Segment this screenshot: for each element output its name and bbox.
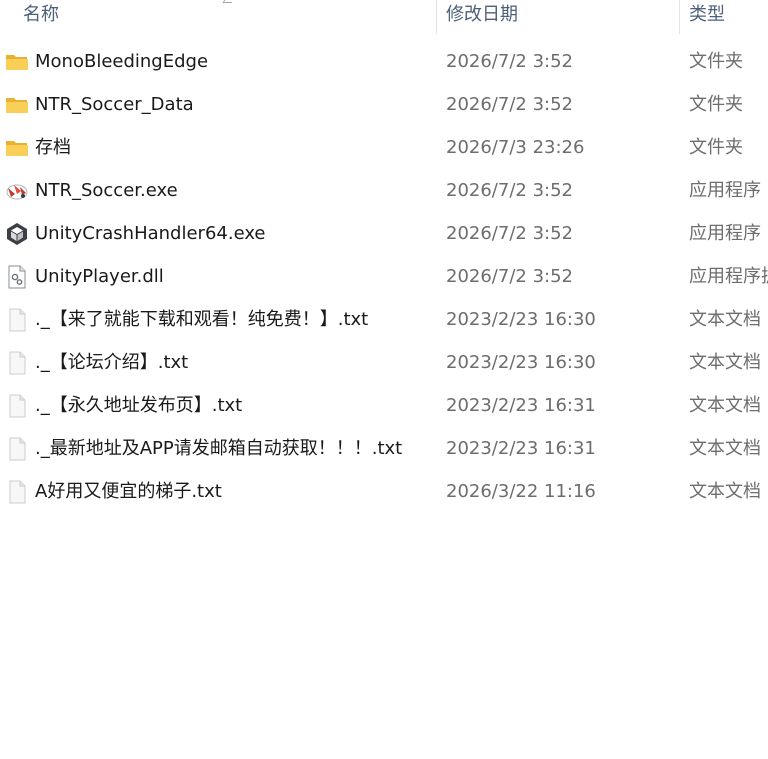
file-date: 2023/2/23 16:31 xyxy=(446,438,596,459)
file-row[interactable]: NTR_Soccer_Data 2026/7/2 3:52 文件夹 xyxy=(0,83,768,126)
file-name: ._最新地址及APP请发邮箱自动获取！！！.txt xyxy=(35,438,403,459)
file-row[interactable]: UnityPlayer.dll 2026/7/2 3:52 应用程序扩 xyxy=(0,255,768,298)
file-name: UnityPlayer.dll xyxy=(35,266,164,287)
file-row[interactable]: ._【论坛介绍】.txt 2023/2/23 16:30 文本文档 xyxy=(0,341,768,384)
column-header-type[interactable]: 类型 xyxy=(689,0,768,34)
file-row[interactable]: ._【来了就能下载和观看！纯免费！】.txt 2023/2/23 16:30 文… xyxy=(0,298,768,341)
file-name: NTR_Soccer.exe xyxy=(35,180,178,201)
file-name: NTR_Soccer_Data xyxy=(35,94,194,115)
file-type: 文件夹 xyxy=(689,51,743,72)
file-row[interactable]: A好用又便宜的梯子.txt 2026/3/22 11:16 文本文档 xyxy=(0,470,768,513)
file-row[interactable]: NTR_Soccer.exe 2026/7/2 3:52 应用程序 xyxy=(0,169,768,212)
file-name: ._【论坛介绍】.txt xyxy=(35,352,189,373)
file-name: UnityCrashHandler64.exe xyxy=(35,223,266,244)
file-type: 文本文档 xyxy=(689,438,761,459)
file-row[interactable]: UnityCrashHandler64.exe 2026/7/2 3:52 应用… xyxy=(0,212,768,255)
text-file-icon xyxy=(5,394,29,418)
file-type: 文本文档 xyxy=(689,481,761,502)
column-header-name[interactable]: 名称 xyxy=(23,0,423,34)
column-header-bar: 名称 修改日期 类型 xyxy=(0,0,768,34)
dll-file-icon xyxy=(5,265,29,289)
file-date: 2023/2/23 16:30 xyxy=(446,352,596,373)
file-date: 2026/7/2 3:52 xyxy=(446,180,573,201)
file-row[interactable]: ._【永久地址发布页】.txt 2023/2/23 16:31 文本文档 xyxy=(0,384,768,427)
file-type: 文本文档 xyxy=(689,309,761,330)
text-file-icon xyxy=(5,437,29,461)
file-date: 2026/7/2 3:52 xyxy=(446,266,573,287)
file-name: 存档 xyxy=(35,137,71,158)
file-row[interactable]: 存档 2026/7/3 23:26 文件夹 xyxy=(0,126,768,169)
file-type: 应用程序扩 xyxy=(689,266,768,287)
text-file-icon xyxy=(5,480,29,504)
file-type: 应用程序 xyxy=(689,223,761,244)
file-date: 2026/7/2 3:52 xyxy=(446,94,573,115)
text-file-icon xyxy=(5,351,29,375)
file-date: 2026/7/2 3:52 xyxy=(446,223,573,244)
game-app-icon xyxy=(5,179,29,203)
folder-icon xyxy=(5,50,29,74)
file-date: 2026/7/3 23:26 xyxy=(446,137,585,158)
column-divider[interactable] xyxy=(436,0,437,34)
file-date: 2023/2/23 16:30 xyxy=(446,309,596,330)
column-divider[interactable] xyxy=(679,0,680,34)
file-name: MonoBleedingEdge xyxy=(35,51,209,72)
file-date: 2026/3/22 11:16 xyxy=(446,481,596,502)
column-header-date-modified[interactable]: 修改日期 xyxy=(446,0,676,34)
file-row[interactable]: ._最新地址及APP请发邮箱自动获取！！！.txt 2023/2/23 16:3… xyxy=(0,427,768,470)
unity-app-icon xyxy=(5,222,29,246)
file-type: 文本文档 xyxy=(689,395,761,416)
file-row[interactable]: MonoBleedingEdge 2026/7/2 3:52 文件夹 xyxy=(0,40,768,83)
file-date: 2026/7/2 3:52 xyxy=(446,51,573,72)
file-name: ._【来了就能下载和观看！纯免费！】.txt xyxy=(35,309,369,330)
file-date: 2023/2/23 16:31 xyxy=(446,395,596,416)
file-list: MonoBleedingEdge 2026/7/2 3:52 文件夹 NTR_S… xyxy=(0,40,768,513)
file-type: 文件夹 xyxy=(689,94,743,115)
file-name: A好用又便宜的梯子.txt xyxy=(35,481,222,502)
folder-icon xyxy=(5,136,29,160)
file-type: 文件夹 xyxy=(689,137,743,158)
file-type: 文本文档 xyxy=(689,352,761,373)
file-name: ._【永久地址发布页】.txt xyxy=(35,395,243,416)
text-file-icon xyxy=(5,308,29,332)
file-type: 应用程序 xyxy=(689,180,761,201)
folder-icon xyxy=(5,93,29,117)
